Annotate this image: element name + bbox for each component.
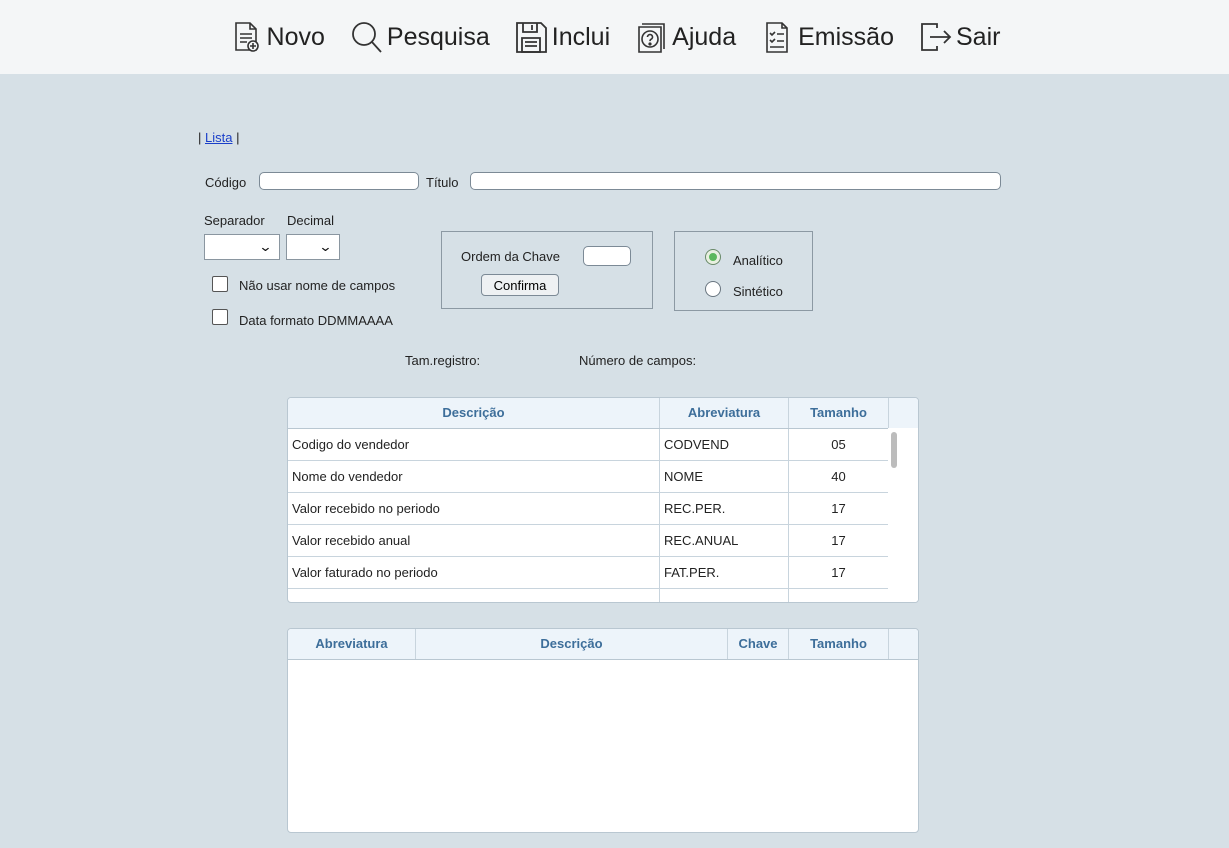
cell-descricao: Nome do vendedor [288, 461, 660, 493]
cell-descricao: Valor faturado no periodo [288, 557, 660, 589]
ajuda-label: Ajuda [672, 22, 737, 51]
cell-abreviatura: REC.PER. [660, 493, 789, 525]
emissao-button[interactable]: Emissão [760, 20, 894, 54]
cell-descricao: Valor recebido no periodo [288, 493, 660, 525]
save-icon [515, 22, 547, 53]
separador-label: Separador [204, 213, 265, 228]
ordem-chave-group [441, 231, 653, 309]
col-chave[interactable]: Chave [728, 629, 789, 659]
nav-links: | Lista | [198, 130, 239, 145]
table-row[interactable]: Valor faturado no periodo FAT.PER. 17 [288, 557, 889, 589]
numero-campos-label: Número de campos: [579, 353, 697, 368]
sintetico-radio[interactable] [705, 281, 721, 297]
table-row[interactable]: Valor recebido anual REC.ANUAL 17 [288, 525, 889, 557]
nav-suffix: | [232, 130, 240, 145]
empty-cell [288, 589, 660, 602]
nao-usar-checkbox[interactable] [212, 276, 228, 292]
report-icon [766, 22, 788, 53]
inclui-button[interactable]: Inclui [514, 20, 610, 54]
cell-abreviatura: FAT.PER. [660, 557, 789, 589]
decimal-select[interactable]: ⌄ [286, 234, 340, 260]
chevron-down-icon: ⌄ [258, 239, 273, 254]
col-descricao[interactable]: Descrição [416, 629, 728, 659]
analitico-label: Analítico [733, 253, 783, 268]
table-row[interactable]: Codigo do vendedor CODVEND 05 [288, 429, 889, 461]
cell-tamanho: 40 [789, 461, 889, 493]
col-tamanho[interactable]: Tamanho [789, 629, 889, 659]
col-descricao[interactable]: Descrição [288, 398, 660, 428]
cell-tamanho: 17 [789, 557, 889, 589]
selected-table-header: Abreviatura Descrição Chave Tamanho [288, 629, 918, 660]
novo-button[interactable]: Novo [229, 20, 325, 54]
data-formato-label: Data formato DDMMAAAA [239, 313, 393, 328]
codigo-input[interactable] [259, 172, 419, 190]
separador-select[interactable]: ⌄ [204, 234, 280, 260]
table-row-partial [288, 589, 889, 602]
titulo-input[interactable] [470, 172, 1001, 190]
decimal-label: Decimal [287, 213, 334, 228]
table-row[interactable]: Nome do vendedor NOME 40 [288, 461, 889, 493]
scrollbar-thumb[interactable] [891, 432, 897, 468]
fields-table: Descrição Abreviatura Tamanho Codigo do … [287, 397, 919, 603]
cell-tamanho: 17 [789, 525, 889, 557]
help-icon [638, 23, 665, 53]
emissao-label: Emissão [798, 22, 894, 51]
data-formato-checkbox[interactable] [212, 309, 228, 325]
cell-abreviatura: REC.ANUAL [660, 525, 789, 557]
col-tamanho[interactable]: Tamanho [789, 398, 889, 428]
titulo-label: Título [426, 175, 459, 190]
table-row[interactable]: Valor recebido no periodo REC.PER. 17 [288, 493, 889, 525]
search-icon [352, 22, 382, 53]
sair-button[interactable]: Sair [918, 20, 1000, 54]
cell-abreviatura: NOME [660, 461, 789, 493]
new-document-icon [234, 22, 259, 52]
pesquisa-label: Pesquisa [386, 22, 490, 51]
novo-label: Novo [266, 22, 325, 51]
col-abreviatura[interactable]: Abreviatura [660, 398, 789, 428]
cell-tamanho: 05 [789, 429, 889, 461]
mode-group [674, 231, 813, 311]
pesquisa-button[interactable]: Pesquisa [349, 20, 490, 54]
cell-descricao: Codigo do vendedor [288, 429, 660, 461]
lista-link[interactable]: Lista [205, 130, 232, 145]
nav-prefix: | [198, 130, 205, 145]
empty-cell [660, 589, 789, 602]
toolbar: Novo Pesquisa Inclui Ajuda Emissão Sair [0, 0, 1229, 74]
confirma-button[interactable]: Confirma [481, 274, 559, 296]
cell-abreviatura: CODVEND [660, 429, 789, 461]
fields-scrollbar[interactable] [888, 428, 918, 602]
selected-table: Abreviatura Descrição Chave Tamanho [287, 628, 919, 833]
fields-table-header: Descrição Abreviatura Tamanho [288, 398, 918, 429]
sair-label: Sair [955, 22, 1001, 51]
ordem-chave-label: Ordem da Chave [461, 249, 560, 264]
tam-registro-label: Tam.registro: [405, 353, 481, 368]
cell-tamanho: 17 [789, 493, 889, 525]
inclui-label: Inclui [551, 22, 611, 51]
exit-icon [921, 23, 952, 51]
ajuda-button[interactable]: Ajuda [634, 20, 736, 54]
ordem-chave-input[interactable] [583, 246, 631, 266]
codigo-label: Código [205, 175, 247, 190]
cell-descricao: Valor recebido anual [288, 525, 660, 557]
nao-usar-label: Não usar nome de campos [239, 278, 396, 293]
empty-cell [789, 589, 889, 602]
sintetico-label: Sintético [733, 284, 783, 299]
chevron-down-icon: ⌄ [318, 239, 333, 254]
col-abreviatura[interactable]: Abreviatura [288, 629, 416, 659]
analitico-radio[interactable] [705, 249, 721, 265]
